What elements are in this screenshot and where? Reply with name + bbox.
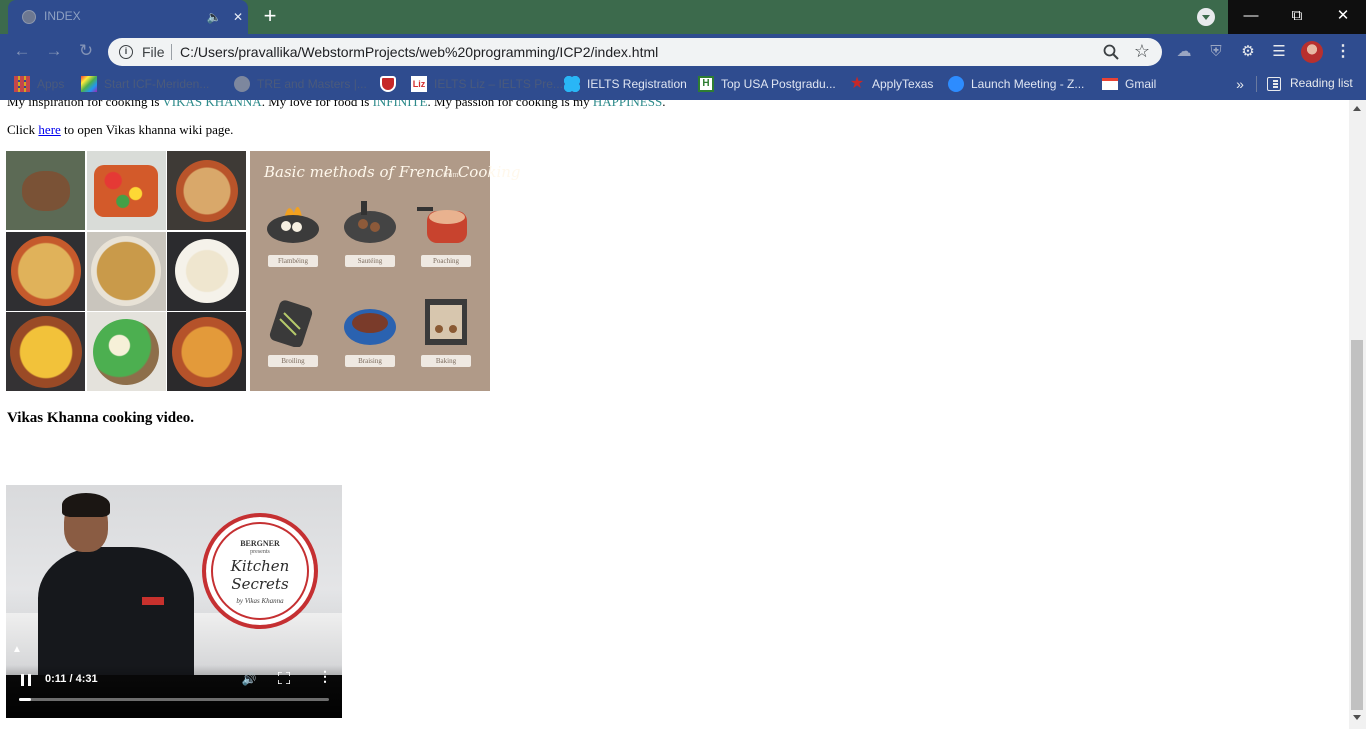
page-scrollbar[interactable] <box>1349 100 1366 729</box>
food-collage-image <box>6 151 246 391</box>
bookmark-applytexas[interactable]: ★ ApplyTexas <box>849 68 934 100</box>
bookmark-star-icon[interactable]: ☆ <box>1132 41 1152 61</box>
bookmark-ielts-registration[interactable]: IELTS Registration <box>564 68 687 100</box>
wiki-link-paragraph: Click here to open Vikas khanna wiki pag… <box>7 122 234 137</box>
bookmark-icf-meriden[interactable]: Start ICF-Meriden... <box>81 68 209 100</box>
browser-toolbar: ← → ↻ i File C:/Users/pravallika/Webstor… <box>0 34 1366 68</box>
zoom-camera-icon <box>948 76 964 92</box>
intro-paragraph: My inspiration for cooking is VIKAS KHAN… <box>7 100 665 110</box>
title-bar: INDEX 🔈 ✕ + — ⧉ ✕ <box>0 0 1366 34</box>
bookmark-ielts-liz[interactable]: Liz IELTS Liz – IELTS Pre... <box>411 68 563 100</box>
crest-icon <box>380 76 396 92</box>
new-tab-button[interactable]: + <box>258 5 282 29</box>
extension-cloud-icon[interactable]: ☁ <box>1173 41 1195 63</box>
video-progress-bar[interactable] <box>19 698 329 701</box>
bookmark-top-usa[interactable]: H Top USA Postgradu... <box>698 68 836 100</box>
bookmark-tre-masters[interactable]: TRE and Masters |... <box>234 68 367 100</box>
divider <box>1256 76 1257 92</box>
url-text[interactable]: C:/Users/pravallika/WebstormProjects/web… <box>180 44 658 60</box>
method-poaching: Poaching <box>411 191 481 273</box>
french-cooking-from: from <box>443 170 459 179</box>
arrow-up-icon: ▲ <box>12 644 22 655</box>
chef-hair <box>62 493 110 517</box>
star-icon: ★ <box>849 75 865 92</box>
address-bar[interactable]: i File C:/Users/pravallika/WebstormProje… <box>108 38 1162 66</box>
chef-figure <box>38 547 194 675</box>
video-time: 0:11 / 4:31 <box>45 673 98 685</box>
liz-icon: Liz <box>411 76 427 92</box>
close-window-button[interactable]: ✕ <box>1320 0 1366 34</box>
divider <box>171 44 172 60</box>
video-progress-fill <box>19 698 32 701</box>
reading-list-button[interactable]: Reading list <box>1290 76 1353 90</box>
bookmarks-bar: Apps Start ICF-Meriden... TRE and Master… <box>0 68 1366 100</box>
bookmark-gmail[interactable]: Gmail <box>1102 68 1156 100</box>
highlight-passion: HAPPINESS <box>592 100 663 109</box>
food-photo <box>86 312 166 391</box>
zoom-icon[interactable] <box>1102 43 1120 61</box>
method-braising: Braising <box>335 291 405 373</box>
more-bookmarks-chevron-icon[interactable]: » <box>1232 75 1248 93</box>
bookmark-zoom-meeting[interactable]: Launch Meeting - Z... <box>948 68 1084 100</box>
ielts-clover-icon <box>564 76 580 92</box>
food-photo <box>6 231 85 311</box>
minimize-button[interactable]: — <box>1228 0 1274 34</box>
info-icon[interactable]: i <box>119 45 133 59</box>
close-tab-icon[interactable]: ✕ <box>228 7 248 27</box>
globe-icon <box>234 76 250 92</box>
bookmark-apps[interactable]: Apps <box>14 68 64 100</box>
extension-shield-icon[interactable]: ⛨ <box>1205 41 1227 63</box>
french-cooking-title: Basic methods of French Cooking <box>264 163 521 181</box>
method-baking: Baking <box>411 291 481 373</box>
french-cooking-image: Basic methods of French Cooking from Fla… <box>250 151 521 391</box>
more-options-icon[interactable]: ⋮ <box>318 670 332 686</box>
food-photo <box>167 312 246 391</box>
food-photo <box>167 231 246 311</box>
reload-button[interactable]: ↻ <box>74 39 98 63</box>
h-letter-icon: H <box>698 76 714 92</box>
food-photo <box>6 151 85 230</box>
method-sauteing: Sautéing <box>335 191 405 273</box>
video-frame: BERGNER presents Kitchen Secrets by Vika… <box>6 485 342 675</box>
tab-search-button[interactable] <box>1197 8 1215 26</box>
media-control-icon[interactable]: ☰ <box>1268 41 1290 63</box>
globe-icon <box>22 10 36 24</box>
tab-title: INDEX <box>44 9 81 23</box>
method-flambeing: Flambéing <box>258 191 328 273</box>
food-photo <box>167 151 246 230</box>
food-photo <box>86 151 166 230</box>
bookmark-shield[interactable] <box>380 68 403 100</box>
method-broiling: Broiling <box>258 291 328 373</box>
back-button[interactable]: ← <box>10 39 34 63</box>
browser-tab[interactable]: INDEX 🔈 ✕ <box>8 0 248 34</box>
more-menu-icon[interactable]: ⋮ <box>1335 41 1351 63</box>
scheme-label: File <box>142 44 165 60</box>
highlight-name: VIKAS KHANNA <box>162 100 262 109</box>
video-player[interactable]: BERGNER presents Kitchen Secrets by Vika… <box>6 485 342 718</box>
reading-list-icon[interactable] <box>1267 77 1281 91</box>
chef-jacket-logo <box>142 597 164 605</box>
gmail-icon <box>1102 78 1118 90</box>
volume-icon[interactable]: 🔊 <box>240 671 258 687</box>
page-content: My inspiration for cooking is VIKAS KHAN… <box>0 100 1349 729</box>
extensions-puzzle-icon[interactable]: ⚙ <box>1237 41 1259 63</box>
kitchen-secrets-seal: BERGNER presents Kitchen Secrets by Vika… <box>202 513 318 629</box>
highlight-love: INFINITE <box>372 100 428 109</box>
wiki-link[interactable]: here <box>38 122 60 137</box>
colorful-square-icon <box>81 76 97 92</box>
scroll-down-arrow-icon[interactable] <box>1353 715 1361 720</box>
food-photo <box>86 231 166 311</box>
scroll-thumb[interactable] <box>1351 340 1363 710</box>
speaker-icon[interactable]: 🔈 <box>204 7 224 27</box>
video-heading: Vikas Khanna cooking video. <box>7 410 194 426</box>
pause-icon[interactable] <box>21 674 31 686</box>
scroll-up-arrow-icon[interactable] <box>1353 106 1361 111</box>
profile-avatar[interactable] <box>1301 41 1323 63</box>
forward-button[interactable]: → <box>42 39 66 63</box>
window-controls: — ⧉ ✕ <box>1228 0 1366 34</box>
restore-button[interactable]: ⧉ <box>1274 0 1320 34</box>
food-photo <box>6 312 85 391</box>
apps-grid-icon <box>14 76 30 92</box>
fullscreen-icon[interactable] <box>278 672 290 684</box>
